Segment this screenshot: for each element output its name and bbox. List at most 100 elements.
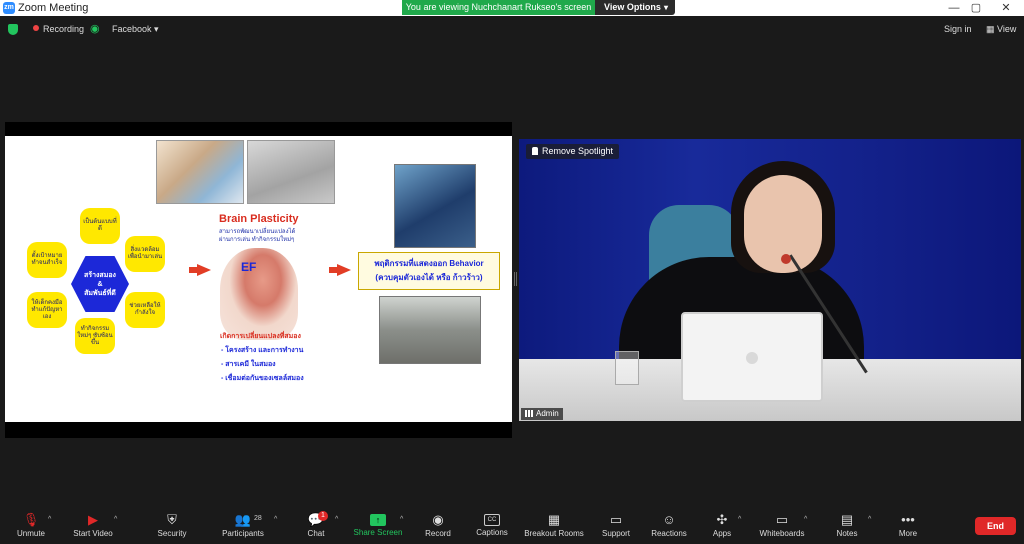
change-item: - สารเคมี ในสมอง bbox=[221, 361, 276, 368]
arrow-right-icon bbox=[189, 264, 211, 276]
share-screen-label: Share Screen bbox=[353, 528, 403, 537]
notes-button[interactable]: ▤ Notes bbox=[832, 508, 862, 544]
hex-center-line: & bbox=[97, 280, 103, 288]
live-stream-dropdown[interactable]: Facebook ▾ bbox=[112, 23, 159, 35]
unmute-button[interactable]: 🎙 Unmute bbox=[12, 508, 50, 544]
unmute-label: Unmute bbox=[16, 529, 45, 538]
hex-item: สิ่งแวดล้อมเพื่อนำมาเล่น bbox=[125, 236, 165, 272]
hex-item: ช่วยเหลือให้กำลังใจ bbox=[125, 292, 165, 328]
apps-icon: ✣ bbox=[716, 512, 728, 527]
whiteboards-button[interactable]: ▭ Whiteboards bbox=[756, 508, 808, 544]
behavior-line: (ควบคุมตัวเองได้ หรือ ก้าวร้าว) bbox=[375, 273, 483, 282]
slide-photo-poster bbox=[394, 164, 476, 248]
captions-icon: CC bbox=[484, 514, 500, 526]
more-label: More bbox=[898, 529, 918, 538]
share-screen-icon: ↑ bbox=[370, 514, 386, 526]
captions-label: Captions bbox=[476, 528, 508, 537]
reactions-button[interactable]: ☺ Reactions bbox=[648, 508, 690, 544]
meeting-info-bar: Recording ◉ Facebook ▾ Sign in ▦ View bbox=[0, 18, 1024, 40]
subtitle-line: สามารถพัฒนาเปลี่ยนแปลงได้ bbox=[219, 229, 296, 235]
behavior-box: พฤติกรรมที่แสดงออก Behavior (ควบคุมตัวเอ… bbox=[358, 252, 500, 290]
chevron-up-icon[interactable]: ^ bbox=[335, 516, 338, 523]
behavior-line: พฤติกรรมที่แสดงออก Behavior bbox=[374, 259, 484, 268]
slide-photo-children bbox=[156, 140, 244, 204]
chat-badge: 1 bbox=[318, 511, 328, 521]
support-icon: ▭ bbox=[609, 512, 623, 527]
start-video-label: Start Video bbox=[73, 529, 113, 538]
signal-icon bbox=[525, 410, 533, 417]
chevron-up-icon[interactable]: ^ bbox=[400, 516, 403, 523]
hex-item: ให้เด็กคงมือทำแก้ปัญหาเอง bbox=[27, 292, 67, 328]
speaker-video[interactable]: Remove Spotlight Admin bbox=[519, 139, 1021, 421]
support-label: Support bbox=[601, 529, 631, 538]
chevron-down-icon: ▾ bbox=[154, 24, 159, 34]
change-title: เกิดการเปลี่ยนแปลงที่สมอง bbox=[220, 333, 301, 340]
support-button[interactable]: ▭ Support bbox=[598, 508, 634, 544]
close-button[interactable]: ✕ bbox=[992, 0, 1020, 16]
sign-in-link[interactable]: Sign in bbox=[944, 23, 972, 35]
captions-button[interactable]: CC Captions bbox=[472, 508, 512, 544]
whiteboards-label: Whiteboards bbox=[759, 529, 805, 538]
chevron-up-icon[interactable]: ^ bbox=[274, 516, 277, 523]
more-button[interactable]: ••• More bbox=[894, 508, 922, 544]
breakout-rooms-button[interactable]: ▦ Breakout Rooms bbox=[522, 508, 586, 544]
change-item: - เชื่อมต่อกันของเซลล์สมอง bbox=[221, 375, 304, 382]
chevron-up-icon[interactable]: ^ bbox=[868, 516, 871, 523]
maximize-button[interactable]: ▢ bbox=[962, 0, 990, 16]
view-label: View bbox=[997, 24, 1017, 34]
arrow-right-icon bbox=[329, 264, 351, 276]
apps-button[interactable]: ✣ Apps bbox=[708, 508, 736, 544]
hex-item: เป็นต้นแบบที่ดี bbox=[80, 208, 120, 244]
notes-icon: ▤ bbox=[840, 512, 854, 527]
remove-spotlight-button[interactable]: Remove Spotlight bbox=[526, 144, 620, 159]
pin-icon bbox=[532, 147, 538, 155]
live-stream-label: Facebook bbox=[112, 24, 152, 34]
security-button[interactable]: ⛨ Security bbox=[152, 508, 192, 544]
video-mic-head bbox=[781, 254, 791, 264]
view-button[interactable]: ▦ View bbox=[986, 23, 1016, 35]
slide-photo-neuron bbox=[247, 140, 335, 204]
split-drag-handle[interactable] bbox=[514, 272, 517, 286]
chevron-up-icon[interactable]: ^ bbox=[738, 516, 741, 523]
participants-count: 28 bbox=[254, 515, 262, 522]
more-icon: ••• bbox=[901, 512, 915, 527]
record-button[interactable]: ◉ Record bbox=[420, 508, 456, 544]
end-button[interactable]: End bbox=[975, 517, 1016, 535]
mic-muted-icon: 🎙 bbox=[22, 512, 40, 527]
chevron-up-icon[interactable]: ^ bbox=[804, 516, 807, 523]
video-off-icon: ▶ bbox=[88, 512, 98, 527]
change-item: - โครงสร้าง และการทำงาน bbox=[221, 347, 304, 354]
chevron-up-icon[interactable]: ^ bbox=[48, 516, 51, 523]
video-laptop bbox=[681, 312, 823, 402]
chevron-up-icon[interactable]: ^ bbox=[114, 516, 117, 523]
chat-label: Chat bbox=[307, 529, 325, 538]
participant-name-tag: Admin bbox=[521, 408, 563, 420]
participants-button[interactable]: 👥 Participants bbox=[218, 508, 268, 544]
view-options-button[interactable]: View Options ▾ bbox=[595, 0, 675, 15]
ef-label: EF bbox=[241, 260, 257, 274]
grid-icon: ▦ bbox=[986, 24, 995, 34]
hex-center-line: สัมพันธ์ที่ดี bbox=[84, 289, 116, 297]
zoom-icon: zm bbox=[3, 2, 15, 14]
hex-center-line: สร้างสมอง bbox=[84, 271, 116, 279]
subtitle-line: ผ่านการเล่น ทำกิจกรรมใหม่ๆ bbox=[219, 237, 295, 243]
app-title: Zoom Meeting bbox=[18, 2, 89, 14]
remove-spotlight-label: Remove Spotlight bbox=[542, 146, 614, 156]
recording-dot-icon bbox=[33, 25, 39, 31]
hex-center: สร้างสมอง & สัมพันธ์ที่ดี bbox=[71, 256, 129, 312]
record-icon: ◉ bbox=[432, 512, 444, 527]
apps-label: Apps bbox=[712, 529, 732, 538]
brain-plasticity-subtitle: สามารถพัฒนาเปลี่ยนแปลงได้ ผ่านการเล่น ทำ… bbox=[219, 228, 295, 244]
shared-screen[interactable]: เป็นต้นแบบที่ดี สิ่งแวดล้อมเพื่อนำมาเล่น… bbox=[5, 122, 512, 438]
whiteboard-icon: ▭ bbox=[775, 512, 789, 527]
breakout-rooms-icon: ▦ bbox=[547, 512, 561, 527]
start-video-button[interactable]: ▶ Start Video bbox=[70, 508, 116, 544]
share-screen-button[interactable]: ↑ Share Screen bbox=[352, 508, 404, 544]
recording-label[interactable]: Recording bbox=[43, 23, 84, 35]
reactions-label: Reactions bbox=[651, 529, 687, 538]
security-label: Security bbox=[157, 529, 187, 538]
shield-icon[interactable] bbox=[8, 24, 18, 35]
brain-plasticity-title: Brain Plasticity bbox=[219, 213, 299, 225]
share-banner: You are viewing Nuchchanart Rukseo's scr… bbox=[402, 0, 595, 15]
shield-icon: ⛨ bbox=[167, 512, 177, 527]
